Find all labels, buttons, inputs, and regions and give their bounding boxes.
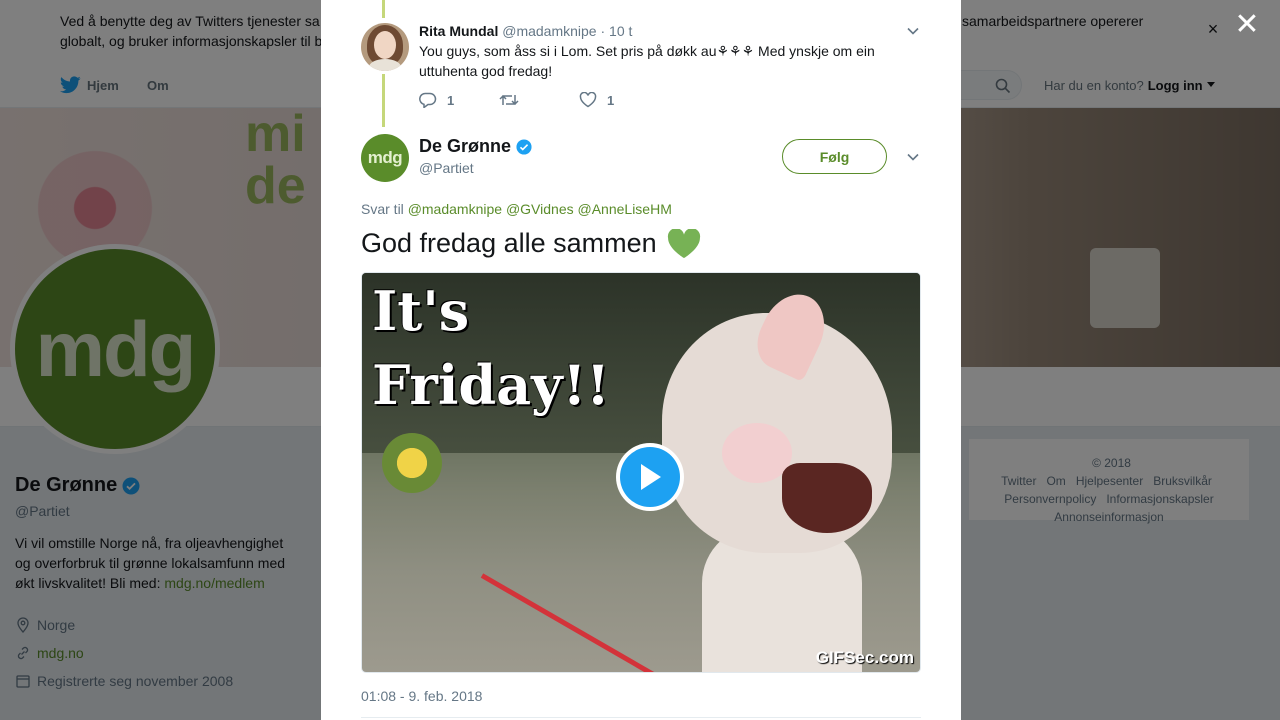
reply-to-mention[interactable]: @madamknipe [408, 201, 502, 217]
tweet-author-handle[interactable]: @Partiet [419, 160, 474, 176]
gif-caption-line1: It's [372, 279, 470, 343]
gif-watermark: GIFSec.com [815, 648, 914, 667]
like-count: 1 [607, 92, 615, 108]
parent-tweet-text: You guys, som åss si i Lom. Set pris på … [419, 43, 875, 79]
tweet-author-avatar[interactable]: mdg [361, 134, 409, 182]
reply-count: 1 [447, 92, 455, 108]
reply-icon [419, 92, 437, 108]
chevron-down-icon[interactable] [906, 150, 920, 164]
reply-to-prefix: Svar til [361, 201, 404, 217]
reply-to-mention[interactable]: @AnneLiseHM [578, 201, 672, 217]
close-icon[interactable]: ✕ [1234, 10, 1260, 40]
reply-to-mention[interactable]: @GVidnes [506, 201, 574, 217]
tweet-author-name[interactable]: De Grønne [419, 136, 511, 157]
follow-button[interactable]: Følg [782, 139, 887, 174]
gif-caption-line2: Friday!! [372, 353, 610, 417]
thread-line [382, 74, 385, 127]
tweet-modal: Rita Mundal @madamknipe · 10 t You guys,… [321, 0, 961, 720]
thread-line [382, 0, 385, 18]
play-button[interactable] [616, 443, 684, 511]
heart-icon [579, 92, 597, 108]
retweet-button[interactable] [499, 92, 579, 108]
play-icon [641, 464, 661, 490]
reply-to-line: Svar til @madamknipe @GVidnes @AnneLiseH… [361, 201, 672, 217]
reply-button[interactable]: 1 [419, 92, 499, 108]
tweet-text: God fredag alle sammen [361, 228, 701, 259]
verified-badge-icon [516, 138, 532, 155]
divider [361, 717, 921, 718]
tweet-timestamp[interactable]: 01:08 - 9. feb. 2018 [361, 688, 482, 704]
flower-image [382, 433, 442, 493]
green-heart-icon [667, 228, 700, 258]
tweet-text-content: God fredag alle sammen [361, 228, 657, 258]
retweet-icon [499, 94, 519, 106]
parent-author-name[interactable]: Rita Mundal [419, 23, 498, 39]
parent-tweet-actions: 1 1 [419, 92, 659, 108]
parent-author-handle[interactable]: @madamknipe [502, 23, 596, 39]
parent-time[interactable]: · 10 t [601, 23, 633, 39]
chevron-down-icon[interactable] [906, 24, 920, 38]
tweet-gif-media[interactable]: It's Friday!! GIFSec.com [361, 272, 921, 673]
rita-avatar[interactable] [361, 23, 409, 71]
like-button[interactable]: 1 [579, 92, 659, 108]
parent-tweet-header: Rita Mundal @madamknipe · 10 t [419, 23, 632, 39]
